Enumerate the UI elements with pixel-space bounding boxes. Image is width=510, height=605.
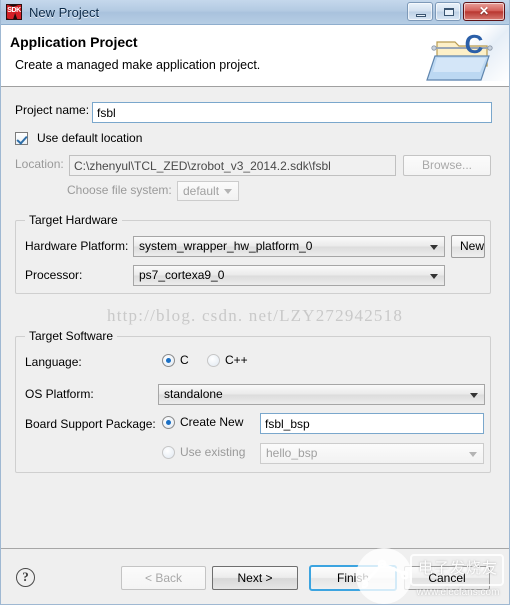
language-radio-c-input[interactable]	[162, 353, 175, 367]
new-project-dialog: SDK New Project ✕ Application Project Cr…	[0, 0, 510, 605]
page-title: Application Project	[10, 34, 138, 50]
target-hardware-group-title: Target Hardware	[25, 213, 122, 227]
sdk-icon-label: SDK	[7, 7, 21, 14]
language-radio-cpp[interactable]: C++	[207, 353, 248, 367]
os-platform-combo[interactable]: standalone	[158, 384, 485, 405]
maximize-button[interactable]	[435, 2, 461, 21]
chevron-down-icon	[469, 451, 477, 457]
os-platform-label: OS Platform:	[25, 387, 94, 401]
browse-button[interactable]: Browse...	[403, 155, 491, 176]
bsp-use-existing-combo[interactable]: hello_bsp	[260, 443, 484, 464]
project-name-input[interactable]	[92, 102, 492, 123]
bsp-use-existing-value: hello_bsp	[266, 446, 318, 460]
use-default-location-row[interactable]: Use default location	[15, 131, 142, 145]
location-input[interactable]	[69, 155, 396, 176]
location-row: Location:	[15, 157, 69, 171]
c-project-folder-icon: C	[425, 28, 501, 84]
bsp-create-new-input[interactable]	[260, 413, 484, 434]
processor-label: Processor:	[25, 268, 83, 282]
bsp-create-new-label: Create New	[180, 415, 244, 429]
target-hardware-group: Target Hardware Hardware Platform: syste…	[15, 213, 491, 294]
hardware-platform-value: system_wrapper_hw_platform_0	[139, 239, 313, 253]
processor-combo[interactable]: ps7_cortexa9_0	[133, 265, 445, 286]
language-radio-c-label: C	[180, 353, 189, 367]
chevron-down-icon	[224, 189, 232, 194]
language-radio-c[interactable]: C	[162, 353, 189, 367]
next-button[interactable]: Next >	[212, 566, 298, 590]
close-button[interactable]: ✕	[463, 2, 505, 21]
hardware-platform-label: Hardware Platform:	[25, 239, 129, 253]
footer-separator	[1, 548, 509, 549]
chevron-down-icon	[470, 392, 478, 398]
target-software-group-title: Target Software	[25, 329, 118, 343]
project-name-row: Project name:	[15, 103, 91, 117]
os-platform-value: standalone	[164, 387, 223, 401]
page-subtitle: Create a managed make application projec…	[15, 58, 261, 72]
help-icon[interactable]: ?	[16, 568, 35, 587]
cancel-button[interactable]: Cancel	[404, 566, 490, 590]
back-button[interactable]: < Back	[121, 566, 206, 590]
bsp-use-existing-radio[interactable]: Use existing	[162, 445, 245, 459]
chevron-down-icon	[430, 244, 438, 250]
choose-filesystem-combo[interactable]: default	[177, 181, 239, 201]
new-hardware-platform-button[interactable]: New	[451, 235, 485, 258]
wizard-header: Application Project Create a managed mak…	[1, 25, 509, 87]
target-software-group: Target Software Language: C C++ OS Platf…	[15, 329, 491, 473]
location-label: Location:	[15, 157, 64, 171]
dialog-body: Project name: Use default location Locat…	[1, 87, 509, 554]
dialog-footer: ? < Back Next > Finish Cancel	[1, 554, 509, 603]
minimize-button[interactable]	[407, 2, 433, 21]
project-name-label: Project name:	[15, 103, 90, 117]
window-controls: ✕	[407, 2, 505, 21]
svg-text:C: C	[465, 29, 484, 59]
window-title: New Project	[29, 4, 100, 20]
bsp-use-existing-label: Use existing	[180, 445, 246, 459]
language-radio-cpp-input[interactable]	[207, 353, 220, 367]
finish-button[interactable]: Finish	[309, 565, 397, 591]
use-default-location-checkbox[interactable]	[15, 131, 28, 145]
maximize-icon	[444, 8, 454, 16]
bsp-label: Board Support Package:	[25, 417, 156, 431]
sdk-icon: SDK	[6, 4, 22, 20]
close-icon: ✕	[478, 4, 490, 18]
processor-value: ps7_cortexa9_0	[139, 268, 225, 282]
bsp-create-new-radio-input[interactable]	[162, 415, 175, 429]
choose-filesystem-row: Choose file system:	[67, 183, 172, 197]
title-bar: SDK New Project ✕	[1, 0, 509, 25]
minimize-icon	[416, 14, 426, 17]
bsp-create-new-radio[interactable]: Create New	[162, 415, 243, 429]
use-default-location-label: Use default location	[37, 131, 143, 145]
chevron-down-icon	[430, 273, 438, 279]
hardware-platform-combo[interactable]: system_wrapper_hw_platform_0	[133, 236, 445, 257]
language-label: Language:	[25, 355, 82, 369]
choose-filesystem-label: Choose file system:	[67, 183, 172, 197]
language-radio-cpp-label: C++	[225, 353, 248, 367]
bsp-use-existing-radio-input[interactable]	[162, 445, 175, 459]
choose-filesystem-value: default	[183, 184, 220, 198]
